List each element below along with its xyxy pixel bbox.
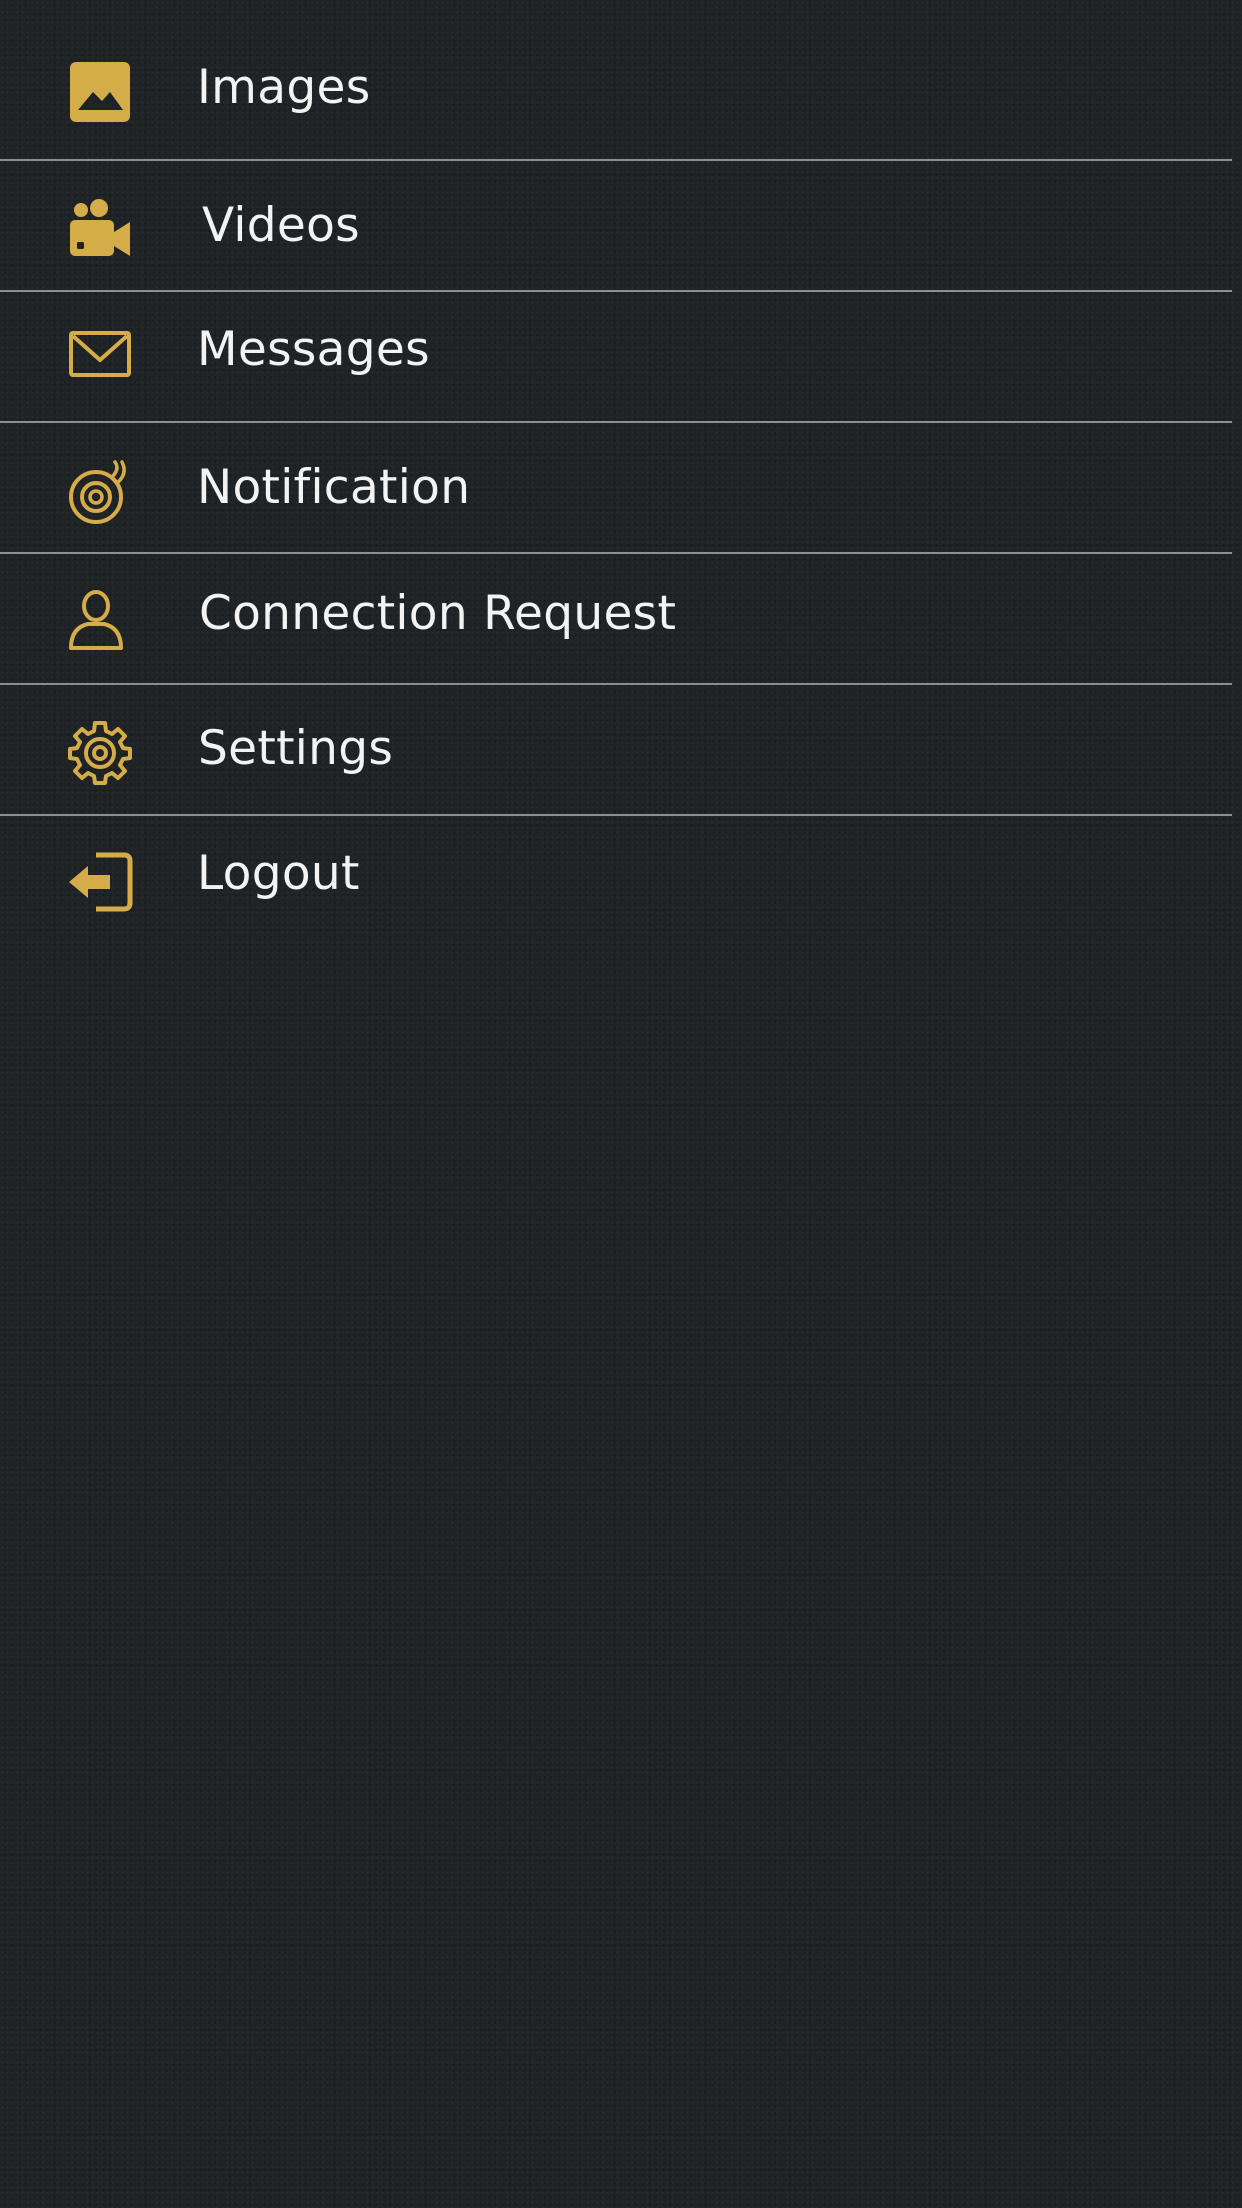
envelope-icon [66, 320, 134, 388]
bell-icon [66, 459, 134, 527]
gear-icon [66, 719, 134, 787]
image-icon [66, 58, 134, 126]
menu-item-label: Messages [197, 322, 430, 377]
menu-item-settings[interactable]: Settings [0, 685, 1232, 813]
menu-item-notification[interactable]: Notification [0, 423, 1232, 551]
menu-item-messages[interactable]: Messages [0, 292, 1232, 420]
menu-item-label: Settings [198, 721, 394, 776]
menu-item-videos[interactable]: Videos [0, 162, 1232, 290]
menu-divider [0, 159, 1232, 161]
menu-item-label: Notification [197, 460, 471, 515]
menu-item-images[interactable]: Images [0, 28, 1232, 150]
menu-item-label: Logout [197, 846, 360, 901]
video-camera-icon [66, 196, 134, 264]
logout-icon [66, 848, 134, 916]
user-icon [66, 586, 134, 654]
menu-item-connection-request[interactable]: Connection Request [0, 554, 1232, 682]
menu-item-label: Connection Request [199, 586, 677, 641]
menu-item-label: Images [197, 60, 371, 115]
menu-item-label: Videos [202, 198, 360, 253]
menu-item-logout[interactable]: Logout [0, 816, 1232, 944]
